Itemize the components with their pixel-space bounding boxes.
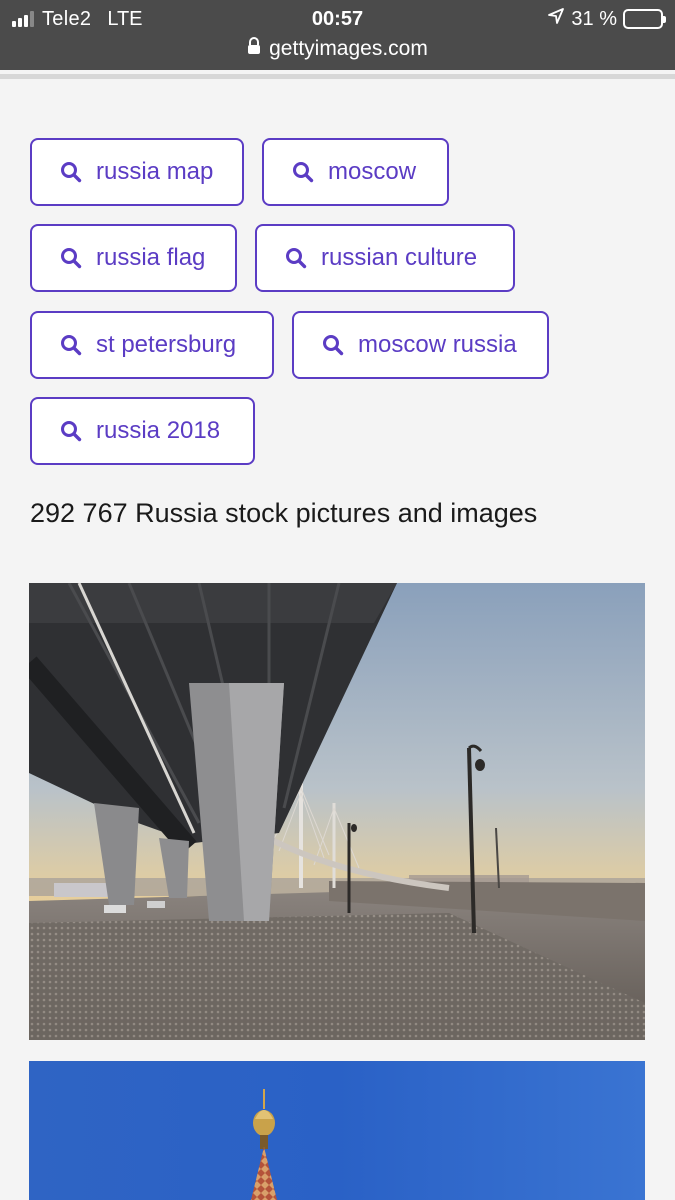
related-search-chip[interactable]: moscow russia [292, 311, 549, 379]
chip-label: st petersburg [96, 331, 237, 358]
chip-label: russian culture [321, 244, 478, 271]
chip-label: russia map [96, 158, 214, 185]
related-search-chip[interactable]: moscow [262, 138, 449, 206]
related-search-chip[interactable]: st petersburg [30, 311, 274, 379]
search-icon [322, 334, 344, 356]
result-image-church[interactable] [29, 1061, 645, 1200]
network-type: LTE [107, 7, 143, 30]
related-search-chip[interactable]: russia flag [30, 224, 237, 292]
lock-icon [247, 37, 261, 61]
header-divider [0, 74, 675, 79]
battery-icon [623, 9, 666, 29]
url-text[interactable]: gettyimages.com [269, 37, 428, 61]
church-photo [29, 1061, 645, 1200]
browser-top-bar: Tele2 LTE 00:57 31 % gettyimages.com [0, 0, 675, 70]
results-heading: 292 767 Russia stock pictures and images [30, 498, 538, 528]
chip-label: russia 2018 [96, 417, 221, 444]
search-icon [60, 247, 82, 269]
address-bar[interactable]: gettyimages.com [0, 34, 675, 64]
bridge-photo [29, 583, 645, 1040]
search-icon [60, 420, 82, 442]
search-icon [60, 161, 82, 183]
search-icon [285, 247, 307, 269]
signal-strength-icon [12, 11, 34, 27]
status-right: 31 % [547, 6, 666, 32]
search-icon [292, 161, 314, 183]
related-search-chip[interactable]: russia map [30, 138, 244, 206]
location-arrow-icon [547, 7, 565, 31]
carrier-name: Tele2 [42, 7, 92, 30]
search-icon [60, 334, 82, 356]
chip-label: russia flag [96, 244, 206, 271]
related-search-chip[interactable]: russian culture [255, 224, 515, 292]
chip-label: moscow russia [358, 331, 517, 358]
battery-percent: 31 % [571, 7, 617, 30]
related-search-chip[interactable]: russia 2018 [30, 397, 255, 465]
status-left: Tele2 LTE [12, 6, 143, 32]
result-image-bridge[interactable] [29, 583, 645, 1040]
chip-label: moscow [328, 158, 417, 185]
